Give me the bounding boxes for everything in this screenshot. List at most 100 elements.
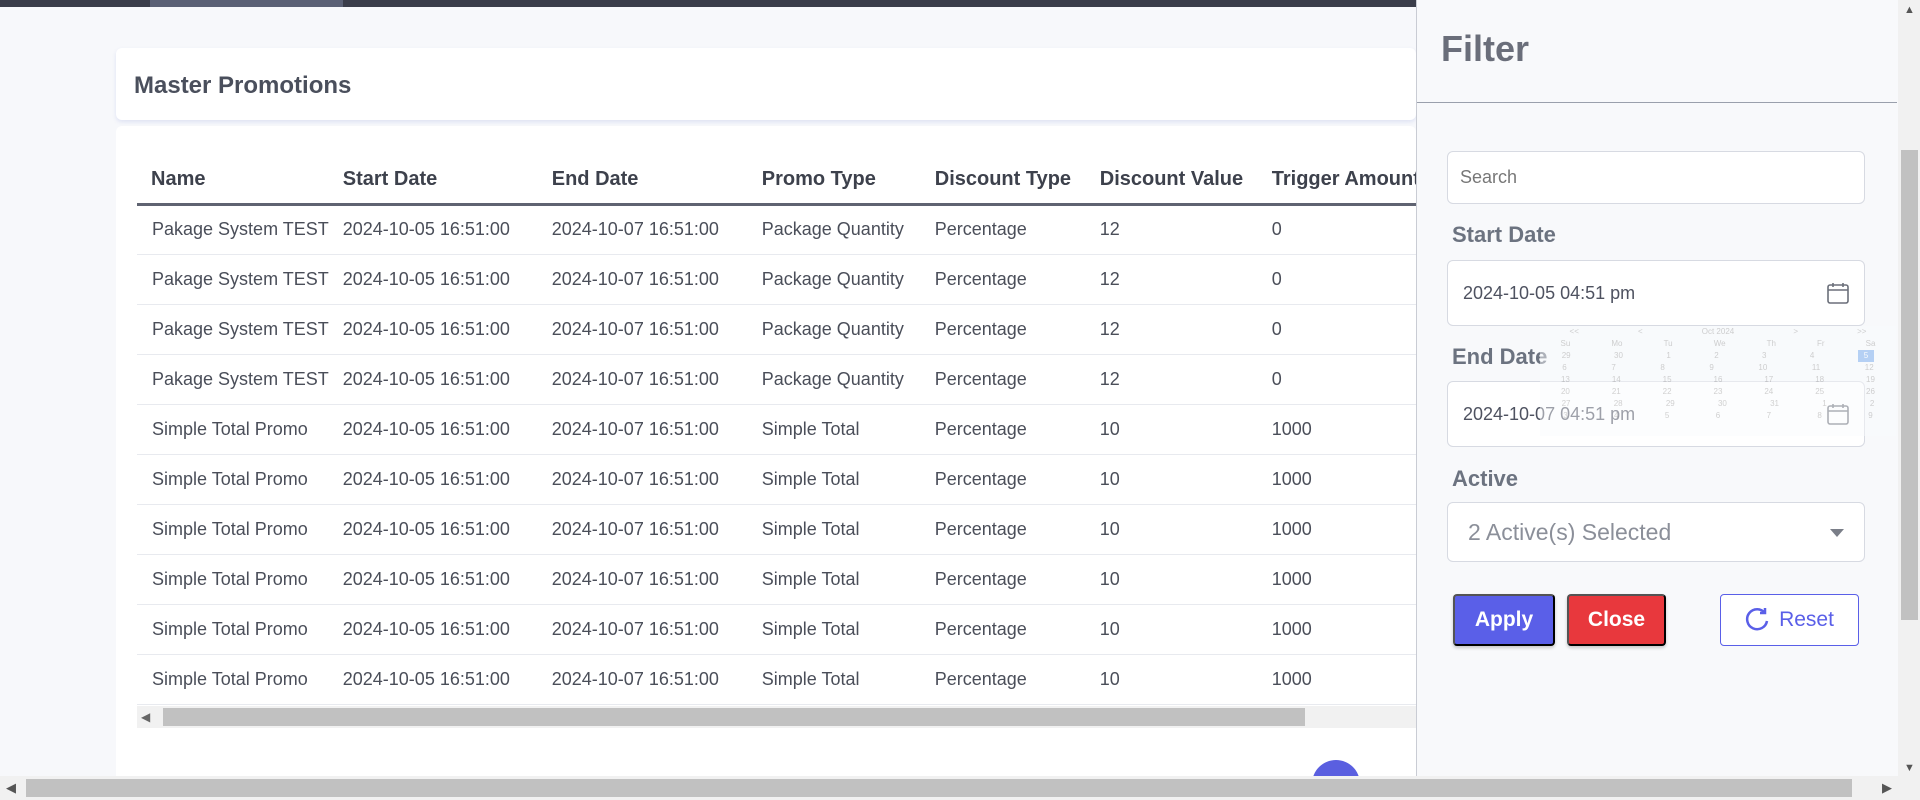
arrow-left-icon[interactable]: ◀ [141, 710, 150, 724]
datepicker-nav[interactable]: >> [1857, 326, 1866, 338]
column-header-name[interactable]: Name [137, 156, 329, 206]
active-nav-segment[interactable] [150, 0, 343, 7]
datepicker-day[interactable]: 14 [1612, 374, 1621, 386]
datepicker-day[interactable]: 16 [1714, 374, 1723, 386]
scrollbar-thumb[interactable] [163, 708, 1305, 726]
table-horizontal-scrollbar[interactable]: ◀ [137, 706, 1417, 728]
column-header-end-date[interactable]: End Date [537, 156, 748, 206]
datepicker-day[interactable]: 3 [1762, 350, 1766, 362]
datepicker-day[interactable]: 12 [1865, 362, 1874, 374]
column-header-discount-type[interactable]: Discount Type [920, 156, 1086, 206]
datepicker-day[interactable]: 2 [1714, 350, 1718, 362]
datepicker-week: 20 21 22 23 24 25 26 [1540, 386, 1896, 398]
datepicker-day[interactable]: 30 [1718, 398, 1727, 410]
cell-name: Pakage System TEST [137, 204, 329, 255]
datepicker-day[interactable]: 25 [1815, 386, 1824, 398]
datepicker-day[interactable]: 2 [1870, 398, 1874, 410]
datepicker-day[interactable]: 7 [1767, 410, 1771, 422]
datepicker-day[interactable]: 4 [1614, 410, 1618, 422]
scrollbar-thumb[interactable] [1901, 150, 1918, 620]
datepicker-day[interactable]: 9 [1709, 362, 1713, 374]
datepicker-weekday: Th [1766, 339, 1776, 348]
datepicker-day[interactable]: 20 [1561, 386, 1570, 398]
datepicker-day[interactable]: 1 [1666, 350, 1670, 362]
column-header-start-date[interactable]: Start Date [328, 156, 538, 206]
datepicker-day[interactable]: 29 [1562, 350, 1571, 362]
table-row[interactable]: Pakage System TEST 2024-10-05 16:51:00 202… [137, 254, 1421, 305]
datepicker-day[interactable]: 18 [1815, 374, 1824, 386]
datepicker-week: 27 28 29 30 31 1 2 [1540, 398, 1896, 410]
datepicker-day[interactable]: 4 [1810, 350, 1814, 362]
datepicker-day[interactable]: 5 [1665, 410, 1669, 422]
arrow-left-icon[interactable]: ◀ [6, 780, 16, 796]
datepicker-day[interactable]: 15 [1663, 374, 1672, 386]
datepicker-nav[interactable]: << [1570, 326, 1579, 338]
table-row[interactable]: Pakage System TEST 2024-10-05 16:51:00 202… [137, 304, 1421, 355]
table-row[interactable]: Simple Total Promo 2024-10-05 16:51:00 202… [137, 454, 1421, 505]
datepicker-day[interactable]: 11 [1812, 362, 1820, 374]
page-vertical-scrollbar[interactable]: ▲ ▼ [1898, 0, 1920, 800]
cell-end-date: 2024-10-07 16:51:00 [537, 254, 748, 305]
datepicker-day[interactable]: 27 [1562, 398, 1571, 410]
datepicker-day[interactable]: 13 [1561, 374, 1570, 386]
chevron-down-icon[interactable] [1830, 529, 1844, 537]
cell-discount-type: Percentage [920, 454, 1086, 505]
table-row[interactable]: Simple Total Promo 2024-10-05 16:51:00 202… [137, 404, 1421, 455]
datepicker-popup[interactable]: << < Oct 2024 > >> Su Mo Tu We Th Fr Sa 29 30 1 2 3 4 5 6… [1540, 326, 1896, 436]
datepicker-day[interactable]: 6 [1562, 362, 1566, 374]
page-header-card: Master Promotions [116, 48, 1416, 120]
table-row[interactable]: Simple Total Promo 2024-10-05 16:51:00 202… [137, 654, 1421, 705]
datepicker-day[interactable]: 21 [1612, 386, 1621, 398]
datepicker-day[interactable]: 8 [1660, 362, 1664, 374]
apply-button[interactable]: Apply [1453, 594, 1555, 646]
table-row[interactable]: Simple Total Promo 2024-10-05 16:51:00 202… [137, 604, 1421, 655]
datepicker-day[interactable]: 8 [1817, 410, 1821, 422]
arrow-down-icon[interactable]: ▼ [1904, 762, 1915, 774]
page-horizontal-scrollbar[interactable]: ◀ ▶ [0, 776, 1898, 800]
scrollbar-thumb[interactable] [26, 779, 1852, 797]
datepicker-day[interactable]: 28 [1614, 398, 1623, 410]
cell-trigger-amount: 0 [1257, 254, 1421, 305]
calendar-icon[interactable] [1826, 281, 1850, 305]
cell-promo-type: Simple Total [747, 504, 921, 555]
table-row[interactable]: Pakage System TEST 2024-10-05 16:51:00 202… [137, 204, 1421, 255]
datepicker-day[interactable]: 23 [1714, 386, 1723, 398]
table-row[interactable]: Pakage System TEST 2024-10-05 16:51:00 202… [137, 354, 1421, 405]
datepicker-day[interactable]: 17 [1764, 374, 1773, 386]
datepicker-nav[interactable]: > [1793, 326, 1798, 338]
datepicker-day[interactable]: 24 [1764, 386, 1773, 398]
close-button[interactable]: Close [1567, 594, 1666, 646]
datepicker-day[interactable]: 5 [1857, 350, 1875, 362]
table-row[interactable]: Simple Total Promo 2024-10-05 16:51:00 202… [137, 504, 1421, 555]
column-header-discount-value[interactable]: Discount Value [1085, 156, 1258, 206]
datepicker-day[interactable]: 26 [1866, 386, 1875, 398]
datepicker-day[interactable]: 29 [1666, 398, 1675, 410]
datepicker-weekday: Su [1560, 339, 1571, 348]
datepicker-day[interactable]: 19 [1866, 374, 1875, 386]
datepicker-nav[interactable]: < [1638, 326, 1643, 338]
datepicker-day[interactable]: 31 [1770, 398, 1779, 410]
column-header-trigger-amount[interactable]: Trigger Amount [1257, 156, 1421, 206]
datepicker-day[interactable]: 7 [1611, 362, 1615, 374]
cell-end-date: 2024-10-07 16:51:00 [537, 554, 748, 605]
active-select[interactable]: 2 Active(s) Selected [1447, 502, 1865, 562]
cell-discount-value: 12 [1085, 354, 1258, 405]
datepicker-day[interactable]: 22 [1663, 386, 1672, 398]
datepicker-day[interactable]: 6 [1716, 410, 1720, 422]
datepicker-day[interactable]: 9 [1868, 410, 1872, 422]
datepicker-day[interactable]: 3 [1563, 410, 1567, 422]
datepicker-nav[interactable]: Oct 2024 [1702, 326, 1734, 338]
datepicker-day[interactable]: 10 [1758, 362, 1767, 374]
column-header-promo-type[interactable]: Promo Type [747, 156, 921, 206]
start-date-input[interactable]: 2024-10-05 04:51 pm [1447, 260, 1865, 326]
table-row[interactable]: Simple Total Promo 2024-10-05 16:51:00 202… [137, 554, 1421, 605]
datepicker-day[interactable]: 30 [1614, 350, 1623, 362]
datepicker-day[interactable]: 1 [1822, 398, 1826, 410]
reset-button[interactable]: Reset [1720, 594, 1859, 646]
arrow-up-icon[interactable]: ▲ [1904, 4, 1915, 16]
search-input[interactable] [1448, 152, 1864, 203]
cell-promo-type: Simple Total [747, 404, 921, 455]
arrow-right-icon[interactable]: ▶ [1882, 780, 1892, 796]
cell-discount-type: Percentage [920, 504, 1086, 555]
cell-trigger-amount: 1000 [1257, 404, 1421, 455]
